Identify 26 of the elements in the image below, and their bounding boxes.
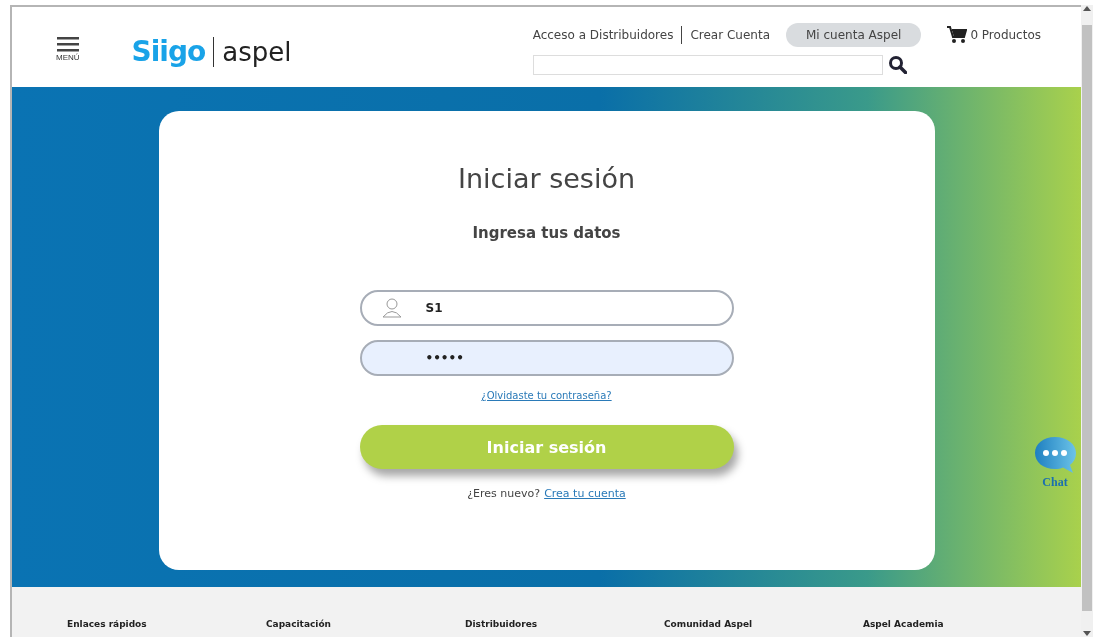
footer-heading: Capacitación: [266, 619, 332, 629]
login-title: Iniciar sesión: [458, 163, 635, 194]
footer-heading: Distribuidores: [465, 619, 539, 629]
cart-icon[interactable]: [947, 26, 968, 44]
search-icon[interactable]: [888, 56, 907, 74]
footer-heading: Aspel Academia: [863, 619, 945, 629]
scroll-down-icon[interactable]: [1083, 631, 1091, 637]
footer-heading: Comunidad Aspel: [664, 619, 754, 629]
account-button[interactable]: Mi cuenta Aspel: [786, 23, 922, 47]
search-field[interactable]: [532, 55, 883, 75]
cart-count[interactable]: 0 Productos: [970, 28, 1041, 42]
footer-heading: Enlaces rápidos: [67, 619, 148, 629]
password-field[interactable]: •••••: [359, 340, 734, 376]
nav-link[interactable]: Acceso a Distribuidores: [532, 28, 674, 42]
nav-link[interactable]: Crear Cuenta: [690, 28, 770, 42]
login-subtitle: Ingresa tus datos: [472, 224, 621, 242]
scrollbar-thumb[interactable]: [1082, 25, 1092, 611]
menu-button[interactable]: MENÚ: [56, 37, 80, 62]
signup-link[interactable]: Crea tu cuenta: [544, 487, 626, 500]
username-field[interactable]: S1: [359, 290, 734, 326]
chat-icon[interactable]: [1033, 435, 1077, 475]
signup-prompt: ¿Eres nuevo?: [467, 487, 541, 500]
scroll-up-icon[interactable]: [1083, 5, 1091, 11]
forgot-password-link[interactable]: ¿Olvidaste tu contraseña?: [481, 390, 612, 401]
logo-secondary[interactable]: aspel: [222, 36, 292, 67]
user-icon: [381, 298, 402, 318]
